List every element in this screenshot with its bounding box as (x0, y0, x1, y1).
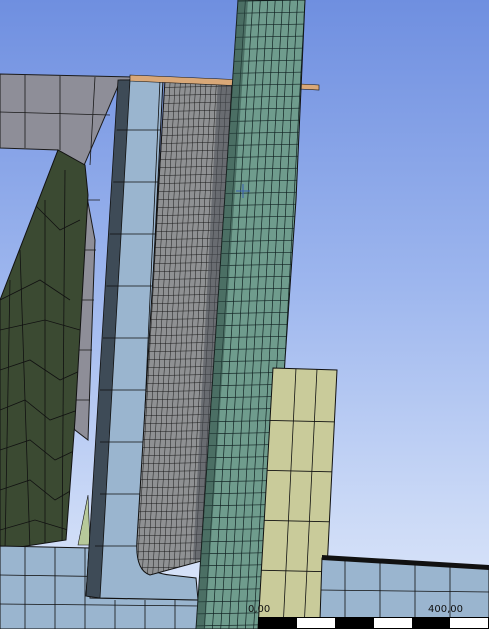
dark-green-panel (0, 149, 89, 551)
tan-tab (299, 83, 320, 91)
crosshair-icon (236, 183, 250, 198)
mesh-model[interactable] (0, 0, 489, 629)
graphics-viewport[interactable]: 0,00 400,00 (0, 0, 489, 629)
light-green-sliver (77, 494, 91, 546)
